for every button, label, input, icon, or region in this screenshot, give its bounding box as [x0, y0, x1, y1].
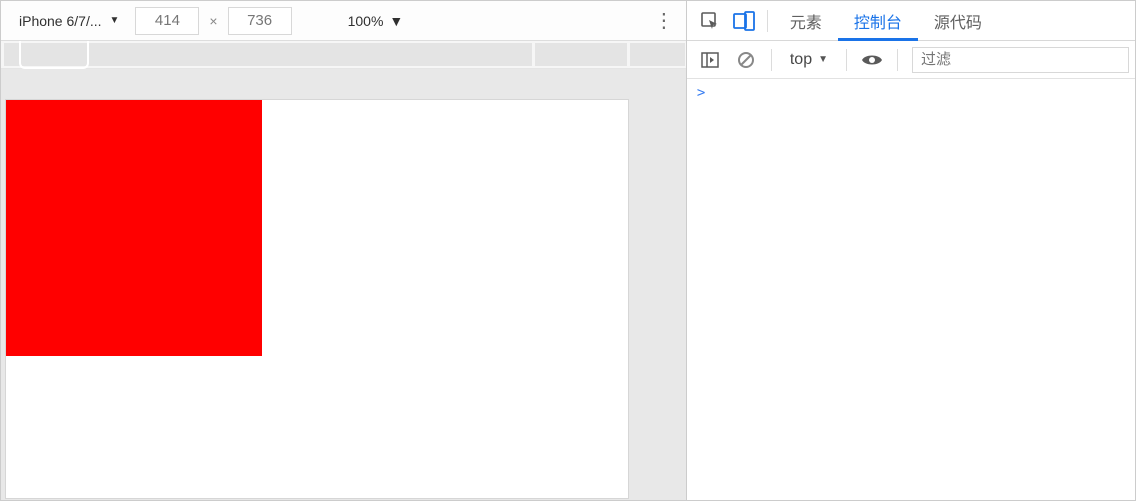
tab-label: 控制台 — [854, 9, 902, 33]
clear-console-button[interactable] — [729, 44, 763, 76]
toggle-device-toolbar-button[interactable] — [727, 1, 761, 41]
device-toolbar: iPhone 6/7/... ▼ × 100% ▼ ⋮ — [1, 1, 686, 41]
device-select[interactable]: iPhone 6/7/... ▼ — [11, 7, 127, 35]
context-select-label: top — [790, 51, 812, 69]
console-body[interactable]: > — [687, 79, 1135, 500]
ruler-handle[interactable] — [19, 41, 89, 69]
devtools-tabs: 元素 控制台 源代码 — [687, 1, 1135, 41]
zoom-select[interactable]: 100% ▼ — [340, 7, 412, 35]
chevron-down-icon: ▼ — [389, 13, 403, 29]
clear-icon — [737, 51, 755, 69]
zoom-select-label: 100% — [348, 13, 384, 29]
live-expression-button[interactable] — [855, 44, 889, 76]
kebab-icon: ⋮ — [654, 8, 674, 33]
tab-sources[interactable]: 源代码 — [918, 1, 998, 41]
device-toggle-icon — [733, 11, 755, 31]
viewport-width-input[interactable] — [135, 7, 199, 35]
dimension-separator: × — [207, 13, 219, 29]
console-prompt-icon: > — [697, 85, 705, 101]
sidebar-icon — [701, 52, 719, 68]
chevron-down-icon: ▼ — [110, 15, 120, 26]
tab-console[interactable]: 控制台 — [838, 1, 918, 41]
tab-label: 元素 — [790, 9, 822, 33]
console-sidebar-toggle[interactable] — [693, 44, 727, 76]
responsive-ruler[interactable] — [1, 41, 686, 69]
inspect-element-button[interactable] — [693, 1, 727, 41]
device-select-label: iPhone 6/7/... — [19, 13, 102, 29]
more-options-button[interactable]: ⋮ — [652, 9, 676, 33]
console-filter-input[interactable] — [912, 47, 1129, 73]
devtools-pane: 元素 控制台 源代码 — [687, 1, 1135, 500]
app-root: iPhone 6/7/... ▼ × 100% ▼ ⋮ — [0, 0, 1136, 501]
tab-label: 源代码 — [934, 9, 982, 33]
context-select[interactable]: top ▼ — [780, 46, 838, 74]
eye-icon — [861, 52, 883, 68]
device-pane: iPhone 6/7/... ▼ × 100% ▼ ⋮ — [1, 1, 687, 500]
console-toolbar: top ▼ — [687, 41, 1135, 79]
device-frame[interactable] — [5, 99, 629, 499]
viewport-area — [1, 69, 686, 500]
tab-elements[interactable]: 元素 — [774, 1, 838, 41]
inspect-icon — [700, 11, 720, 31]
viewport-height-input[interactable] — [228, 7, 292, 35]
chevron-down-icon: ▼ — [818, 54, 828, 65]
page-red-box — [6, 100, 262, 356]
